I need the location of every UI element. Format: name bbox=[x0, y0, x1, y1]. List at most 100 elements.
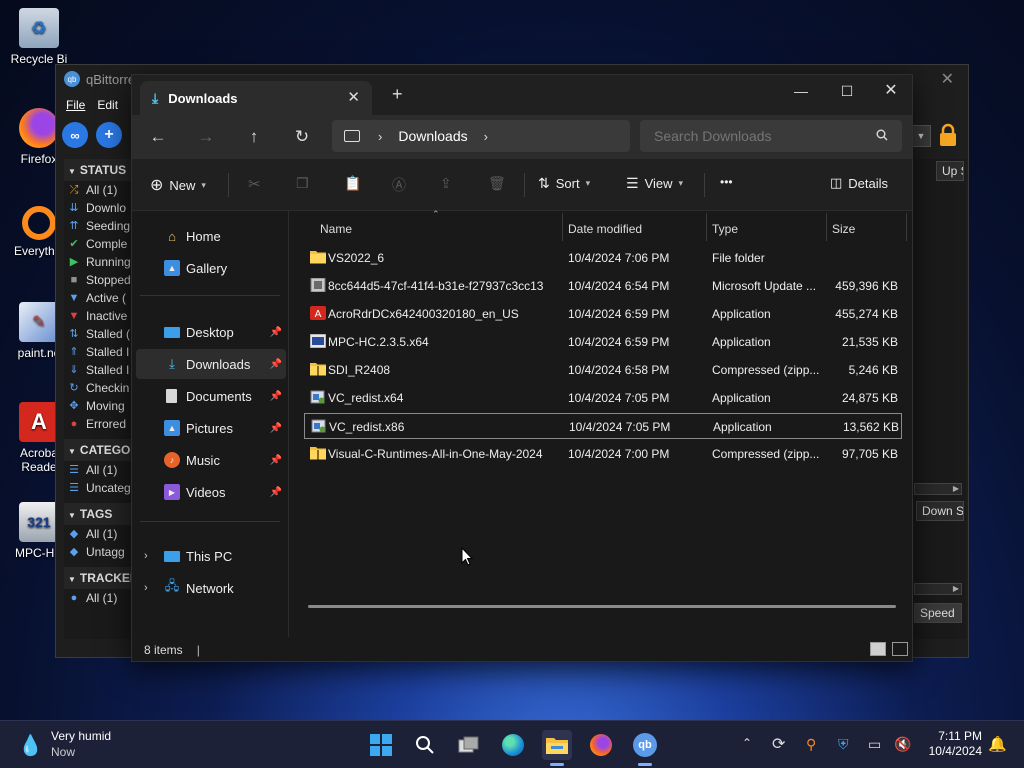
search-icon[interactable] bbox=[876, 129, 888, 141]
divider[interactable] bbox=[826, 213, 827, 241]
file-row[interactable]: MPC-HC.2.3.5.x64 10/4/2024 6:59 PM Applica… bbox=[304, 329, 902, 355]
close-tab-icon[interactable]: ✕ bbox=[347, 88, 360, 106]
qb-filter-item[interactable]: ⤮ All (1) bbox=[64, 181, 140, 199]
speed-tab[interactable]: Speed bbox=[914, 603, 962, 623]
file-row[interactable]: A AcroRdrDCx642400320180_en_US 10/4/2024 6… bbox=[304, 301, 902, 327]
qb-filter-item[interactable]: ■ Stopped bbox=[64, 271, 140, 289]
new-tab-button[interactable]: + bbox=[392, 84, 403, 105]
qb-filter-item[interactable]: ▼ Active ( bbox=[64, 289, 140, 307]
chevron-right-icon[interactable]: › bbox=[484, 129, 488, 144]
pin-icon[interactable]: 📌 bbox=[270, 327, 282, 338]
column-header-down-speed[interactable]: Down S bbox=[916, 501, 964, 521]
menu-file[interactable]: File bbox=[66, 98, 85, 112]
nav-item-network[interactable]: › 🖧 Network bbox=[136, 573, 286, 603]
file-row[interactable]: 8cc644d5-47cf-41f4-b31e-f27937c3cc13 10/4… bbox=[304, 273, 902, 299]
add-torrent-icon[interactable]: + bbox=[96, 122, 122, 148]
file-explorer-button[interactable] bbox=[542, 730, 572, 766]
nav-item-videos[interactable]: ▶ Videos 📌 bbox=[136, 477, 286, 507]
nav-item-desktop[interactable]: Desktop 📌 bbox=[136, 317, 286, 347]
categories-section-header[interactable]: ▼ CATEGO bbox=[64, 439, 140, 461]
qb-filter-item[interactable]: ✔ Comple bbox=[64, 235, 140, 253]
status-section-header[interactable]: ▼ STATUS bbox=[64, 159, 140, 181]
file-explorer-window[interactable]: ⤓ Downloads ✕ + — ☐ ✕ ← → ↑ ↻ › Download… bbox=[131, 74, 913, 662]
qb-filter-item[interactable]: ◆ Untagg bbox=[64, 543, 140, 561]
close-button[interactable]: ✕ bbox=[868, 79, 912, 103]
nav-item-home[interactable]: ⌂ Home bbox=[136, 221, 286, 251]
up-arrow-icon[interactable]: ↑ bbox=[242, 125, 266, 149]
pin-icon[interactable]: 📌 bbox=[270, 455, 282, 466]
divider[interactable] bbox=[706, 213, 707, 241]
pin-icon[interactable]: 📌 bbox=[270, 487, 282, 498]
qb-filter-item[interactable]: ☰ All (1) bbox=[64, 461, 140, 479]
share-icon[interactable]: ⇪ bbox=[440, 175, 452, 192]
network-status-icon[interactable]: ▭ bbox=[868, 736, 881, 753]
file-row[interactable]: SDI_R2408 10/4/2024 6:58 PM Compressed (zi… bbox=[304, 357, 902, 383]
sync-icon[interactable]: ⟳ bbox=[772, 734, 785, 754]
forward-arrow-icon[interactable]: → bbox=[194, 125, 218, 149]
details-scrollbar[interactable]: ▶ bbox=[914, 583, 962, 595]
file-row[interactable]: VC_redist.x86 10/4/2024 7:05 PM Applicatio… bbox=[304, 413, 902, 439]
nav-item-music[interactable]: ♪ Music 📌 bbox=[136, 445, 286, 475]
maximize-button[interactable]: ☐ bbox=[824, 79, 870, 103]
column-header-date-modified[interactable]: Date modified bbox=[568, 217, 642, 241]
menu-edit[interactable]: Edit bbox=[97, 98, 118, 112]
weather-widget[interactable]: 💧 Very humid Now bbox=[18, 727, 138, 763]
nav-item-gallery[interactable]: ▲ Gallery bbox=[136, 253, 286, 283]
qb-filter-item[interactable]: ☰ Uncateg bbox=[64, 479, 140, 497]
new-button[interactable]: ⊕ New ▾ bbox=[150, 175, 206, 195]
rename-icon[interactable]: Ⓐ bbox=[392, 175, 406, 195]
minimize-button[interactable]: — bbox=[778, 79, 824, 103]
horizontal-scrollbar[interactable] bbox=[308, 605, 896, 608]
qb-filter-item[interactable]: ✥ Moving bbox=[64, 397, 140, 415]
divider[interactable] bbox=[906, 213, 907, 241]
qbittorrent-button[interactable]: qb bbox=[630, 730, 660, 766]
tags-section-header[interactable]: ▼ TAGS bbox=[64, 503, 140, 525]
search-input[interactable] bbox=[640, 120, 902, 152]
large-icons-view-icon[interactable] bbox=[892, 642, 908, 656]
file-row[interactable]: VC_redist.x64 10/4/2024 7:05 PM Applicatio… bbox=[304, 385, 902, 411]
column-header-up-speed[interactable]: Up S bbox=[936, 161, 964, 181]
column-header-size[interactable]: Size bbox=[832, 217, 855, 241]
qb-filter-item[interactable]: ⇓ Stalled I bbox=[64, 361, 140, 379]
divider[interactable] bbox=[562, 213, 563, 241]
paste-icon[interactable]: 📋 bbox=[344, 175, 361, 192]
chevron-right-icon[interactable]: › bbox=[378, 129, 382, 144]
qb-filter-item[interactable]: ▼ Inactive bbox=[64, 307, 140, 325]
qb-filter-item[interactable]: ● Errored bbox=[64, 415, 140, 433]
nav-item-documents[interactable]: Documents 📌 bbox=[136, 381, 286, 411]
column-header-name[interactable]: Name bbox=[320, 217, 352, 241]
column-header-type[interactable]: Type bbox=[712, 217, 738, 241]
clock[interactable]: 7:11 PM 10/4/2024 bbox=[922, 729, 982, 759]
close-icon[interactable]: ✕ bbox=[941, 69, 954, 89]
desktop-icon-recycle-bin[interactable]: ♻ Recycle Bi bbox=[2, 8, 76, 66]
more-options-button[interactable]: ••• bbox=[720, 175, 733, 189]
view-button[interactable]: ☰ View ▾ bbox=[626, 175, 683, 192]
file-row[interactable]: VS2022_6 10/4/2024 7:06 PM File folder bbox=[304, 245, 902, 271]
qb-filter-item[interactable]: ↻ Checkin bbox=[64, 379, 140, 397]
pin-icon[interactable]: 📌 bbox=[270, 423, 282, 434]
task-view-button[interactable] bbox=[454, 730, 484, 760]
chevron-right-icon[interactable]: › bbox=[144, 582, 148, 594]
qb-filter-item[interactable]: ⇊ Downlo bbox=[64, 199, 140, 217]
back-arrow-icon[interactable]: ← bbox=[146, 125, 170, 149]
start-button[interactable] bbox=[366, 730, 396, 760]
details-view-icon[interactable] bbox=[870, 642, 886, 656]
firefox-button[interactable] bbox=[586, 730, 616, 760]
lock-icon[interactable] bbox=[938, 123, 958, 147]
address-location[interactable]: Downloads bbox=[398, 128, 467, 144]
torrent-list-scrollbar[interactable]: ▶ bbox=[914, 483, 962, 495]
add-link-icon[interactable]: ∞ bbox=[62, 122, 88, 148]
nav-item-downloads[interactable]: ⤓ Downloads 📌 bbox=[136, 349, 286, 379]
volume-muted-icon[interactable]: 🔇 bbox=[894, 736, 911, 753]
refresh-icon[interactable]: ↻ bbox=[290, 125, 314, 149]
qb-filter-item[interactable]: ⇑ Stalled I bbox=[64, 343, 140, 361]
qb-filter-item[interactable]: ● All (1) bbox=[64, 589, 140, 607]
copy-icon[interactable]: ❐ bbox=[296, 175, 309, 192]
security-shield-icon[interactable]: ⛨ bbox=[838, 736, 849, 753]
tab-downloads[interactable]: ⤓ Downloads ✕ bbox=[140, 81, 372, 115]
details-pane-button[interactable]: ◫ Details bbox=[830, 175, 888, 191]
delete-icon[interactable]: 🗑 bbox=[488, 175, 506, 192]
qb-filter-item[interactable]: ⇈ Seeding bbox=[64, 217, 140, 235]
qb-filter-item[interactable]: ◆ All (1) bbox=[64, 525, 140, 543]
everything-tray-icon[interactable]: ⚲ bbox=[806, 736, 816, 753]
